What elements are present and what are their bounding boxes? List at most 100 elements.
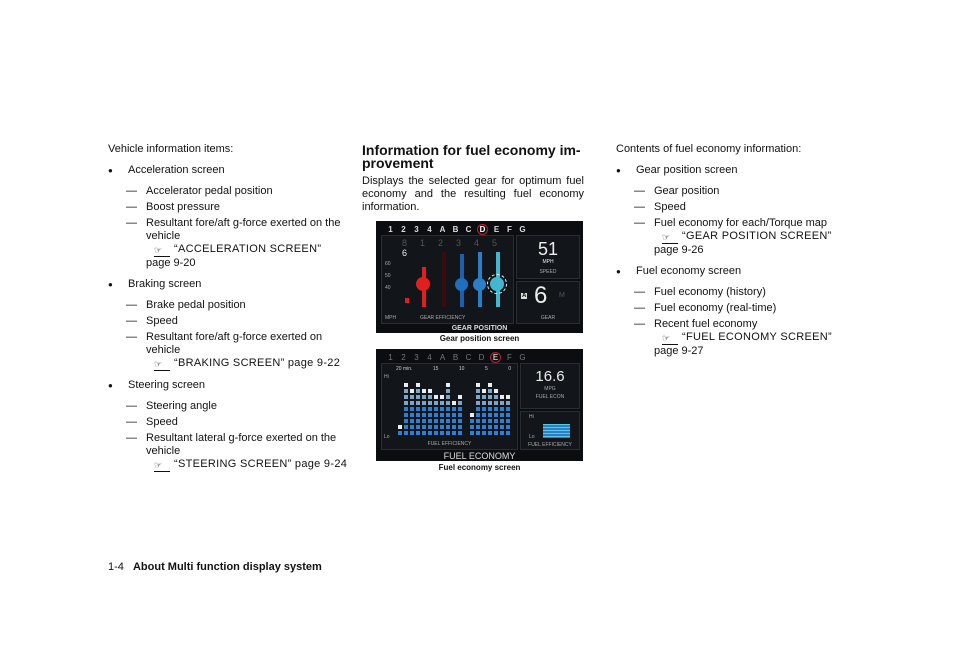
- history-bar-cell: [452, 419, 456, 423]
- history-bar-cell: [476, 413, 480, 417]
- dash-icon: —: [634, 286, 645, 298]
- history-bar-cell: [422, 395, 426, 399]
- history-bar-cell: [440, 401, 444, 405]
- sub-item: — Speed: [108, 416, 348, 429]
- sub-item-text: Resultant lateral g-force exerted on the: [146, 432, 337, 444]
- list-item-title: Gear position screen: [636, 164, 738, 176]
- sub-item: — Speed: [108, 315, 348, 328]
- gear-bar-3: [442, 252, 446, 307]
- reference-page: page 9-26: [654, 244, 704, 256]
- sub-item-text: Recent fuel economy: [654, 318, 758, 330]
- history-bar-cell: [440, 407, 444, 411]
- gear-knob-4: [455, 278, 468, 291]
- sub-item-text: Brake pedal position: [146, 299, 246, 311]
- recent-lo-label: Lo: [529, 434, 535, 440]
- history-bar-cell: [410, 431, 414, 435]
- dash-icon: —: [126, 217, 137, 229]
- gear-option: G: [519, 225, 526, 234]
- scale-tick: 40: [385, 285, 391, 291]
- gear-option: F: [507, 225, 512, 234]
- history-bar-cell: [422, 407, 426, 411]
- history-bar-cell: [506, 425, 510, 429]
- pointing-hand-icon: ☞: [662, 233, 678, 244]
- history-bar-cell: [500, 425, 504, 429]
- history-bar-cell: [434, 401, 438, 405]
- history-bar-cell: [506, 431, 510, 435]
- history-bar-cell: [482, 389, 486, 393]
- history-bar-cell: [476, 407, 480, 411]
- history-bar-cell: [452, 431, 456, 435]
- history-bar-cell: [404, 425, 408, 429]
- list-item: ● Fuel economy screen: [616, 265, 856, 278]
- time-tick: 0: [508, 366, 511, 372]
- gear-option: 2: [401, 225, 406, 234]
- history-bar-cell: [404, 383, 408, 387]
- history-bar-cell: [404, 407, 408, 411]
- dash-icon: —: [126, 331, 137, 343]
- gear-bar-1: [405, 298, 409, 303]
- history-bar-cell: [398, 431, 402, 435]
- gear-option: B: [452, 225, 459, 234]
- sub-item: — Resultant fore/aft g-force exerted on: [108, 331, 348, 344]
- fuel-efficiency-label: FUEL EFFICIENCY: [427, 441, 472, 447]
- gear-option: 1: [388, 225, 393, 234]
- history-bar-cell: [494, 407, 498, 411]
- heading-line-2: provement: [362, 155, 434, 171]
- history-bar-cell: [470, 413, 474, 417]
- sub-item-text: Speed: [146, 416, 178, 428]
- speed-panel: 51 MPH SPEED: [516, 235, 580, 279]
- fuel-econ-panel: 16.6 MPG FUEL ECON: [520, 363, 580, 409]
- top-gear-number: 2: [438, 238, 444, 248]
- screen-title: FUEL ECONOMY: [443, 451, 516, 461]
- history-bar-cell: [458, 395, 462, 399]
- history-bar-cell: [440, 395, 444, 399]
- history-bar-cell: [500, 401, 504, 405]
- history-bar-cell: [428, 425, 432, 429]
- history-bar-cell: [410, 419, 414, 423]
- history-bar-cell: [416, 425, 420, 429]
- gear-option: 1: [388, 353, 393, 362]
- history-bar-cell: [428, 389, 432, 393]
- history-bar-cell: [488, 425, 492, 429]
- history-bar-cell: [434, 407, 438, 411]
- hi-label: Hi: [384, 374, 389, 380]
- gear-option: B: [452, 353, 459, 362]
- gear-option: E: [490, 352, 501, 363]
- manual-mode-label: M: [559, 292, 565, 299]
- history-bar-cell: [482, 407, 486, 411]
- fuel-econ-value: 16.6: [535, 368, 565, 385]
- dash-icon: —: [634, 217, 645, 229]
- dash-icon: —: [126, 185, 137, 197]
- sub-item: — Steering angle: [108, 400, 348, 413]
- history-bar-cell: [416, 389, 420, 393]
- list-item: ● Acceleration screen: [108, 164, 348, 177]
- history-bar-cell: [434, 425, 438, 429]
- history-bar-cell: [494, 425, 498, 429]
- reference-text: “STEERING SCREEN” page 9-24: [174, 458, 348, 470]
- list-item-title: Acceleration screen: [128, 164, 225, 176]
- history-bar-cell: [458, 431, 462, 435]
- sub-item: — Brake pedal position: [108, 299, 348, 312]
- history-bar-cell: [428, 431, 432, 435]
- history-bar-cell: [422, 401, 426, 405]
- history-bar-cell: [500, 395, 504, 399]
- unit-label: MPH: [385, 315, 397, 321]
- sub-item: — Resultant lateral g-force exerted on th…: [108, 432, 348, 445]
- history-bar-cell: [482, 425, 486, 429]
- sub-item: — Accelerator pedal position: [108, 185, 348, 198]
- history-bar-cell: [422, 425, 426, 429]
- lo-label: Lo: [384, 434, 390, 440]
- history-bar-cell: [404, 395, 408, 399]
- history-bar-cell: [470, 419, 474, 423]
- history-bar-cell: [416, 383, 420, 387]
- history-bar-cell: [476, 425, 480, 429]
- history-bar-cell: [452, 413, 456, 417]
- top-gear-number: 6: [402, 248, 408, 258]
- history-bar-cell: [482, 401, 486, 405]
- history-bar-cell: [422, 389, 426, 393]
- history-bar-cell: [410, 395, 414, 399]
- history-bar-cell: [446, 419, 450, 423]
- history-bar-cell: [452, 425, 456, 429]
- history-bar-cell: [440, 413, 444, 417]
- bullet-icon: ●: [616, 166, 621, 175]
